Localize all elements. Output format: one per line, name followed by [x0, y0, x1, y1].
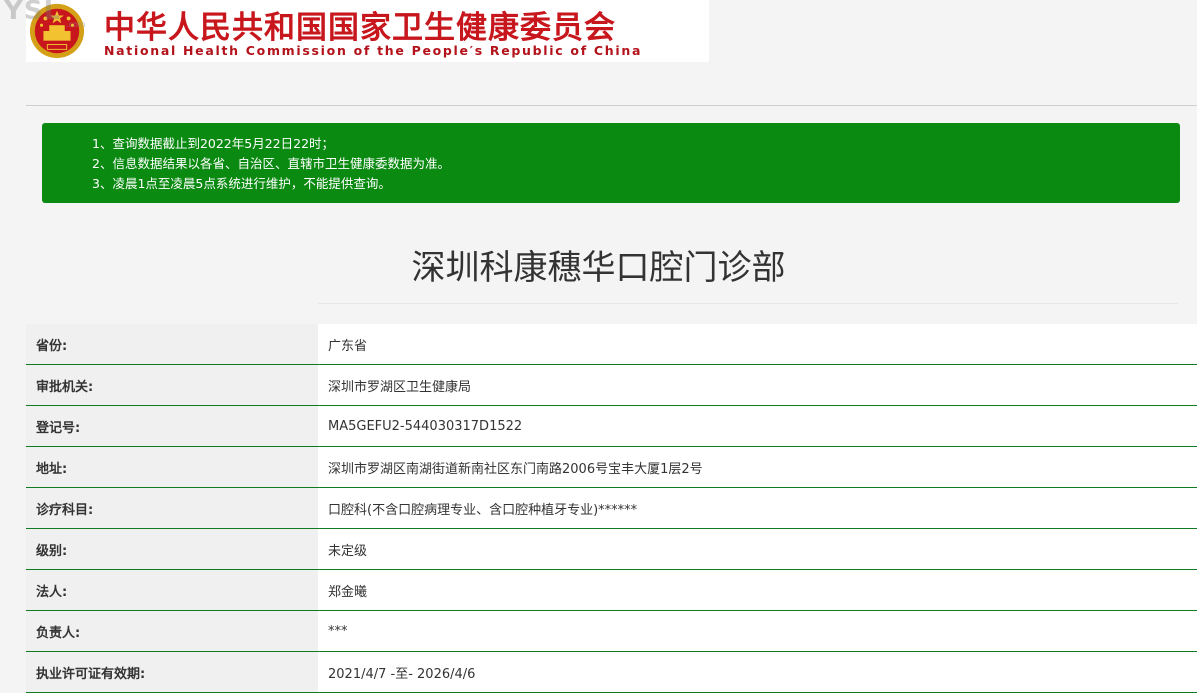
row-value-license-validity: 2021/4/7 -至- 2026/4/6 — [318, 651, 1197, 693]
row-value-registration-number: MA5GEFU2-544030317D1522 — [318, 405, 1197, 447]
row-label-person-in-charge: 负责人: — [26, 610, 318, 652]
table-row: 法人: 郑金曦 — [26, 569, 1197, 611]
row-label-treatment-subjects: 诊疗科目: — [26, 487, 318, 529]
table-row: 负责人: *** — [26, 610, 1197, 652]
row-value-legal-person: 郑金曦 — [318, 569, 1197, 611]
title-divider — [318, 303, 1178, 304]
row-value-person-in-charge: *** — [318, 610, 1197, 652]
row-label-registration-number: 登记号: — [26, 405, 318, 447]
row-value-address: 深圳市罗湖区南湖街道新南社区东门南路2006号宝丰大厦1层2号 — [318, 446, 1197, 488]
row-label-approval-authority: 审批机关: — [26, 364, 318, 406]
notice-line: 3、凌晨1点至凌晨5点系统进行维护，不能提供查询。 — [92, 176, 391, 191]
site-title-en: National Health Commission of the People… — [104, 43, 643, 58]
watermark-logo: YSL — [4, 0, 62, 26]
row-value-level: 未定级 — [318, 528, 1197, 570]
notice-line: 2、信息数据结果以各省、自治区、直辖市卫生健康委数据为准。 — [92, 156, 450, 171]
watermark-sub: .com — [66, 20, 86, 29]
row-label-level: 级别: — [26, 528, 318, 570]
table-row: 登记号: MA5GEFU2-544030317D1522 — [26, 405, 1197, 447]
table-row: 省份: 广东省 — [26, 324, 1197, 365]
clinic-info-table: 省份: 广东省 审批机关: 深圳市罗湖区卫生健康局 登记号: MA5GEFU2-… — [26, 324, 1197, 693]
row-label-license-validity: 执业许可证有效期: — [26, 651, 318, 693]
row-value-province: 广东省 — [318, 324, 1197, 365]
table-row: 级别: 未定级 — [26, 528, 1197, 570]
row-value-approval-authority: 深圳市罗湖区卫生健康局 — [318, 364, 1197, 406]
site-title-cn: 中华人民共和国国家卫生健康委员会 — [104, 10, 616, 46]
table-row: 审批机关: 深圳市罗湖区卫生健康局 — [26, 364, 1197, 406]
row-label-province: 省份: — [26, 324, 318, 365]
header-divider — [26, 105, 1197, 106]
notice-banner: 1、查询数据截止到2022年5月22日22时； 2、信息数据结果以各省、自治区、… — [42, 123, 1180, 203]
table-row: 地址: 深圳市罗湖区南湖街道新南社区东门南路2006号宝丰大厦1层2号 — [26, 446, 1197, 488]
table-row: 执业许可证有效期: 2021/4/7 -至- 2026/4/6 — [26, 651, 1197, 693]
clinic-name-title: 深圳科康穗华口腔门诊部 — [411, 248, 786, 288]
table-row: 诊疗科目: 口腔科(不含口腔病理专业、含口腔种植牙专业)****** — [26, 487, 1197, 529]
notice-line: 1、查询数据截止到2022年5月22日22时； — [92, 136, 335, 151]
site-header: 中华人民共和国国家卫生健康委员会 National Health Commiss… — [26, 0, 709, 62]
row-value-treatment-subjects: 口腔科(不含口腔病理专业、含口腔种植牙专业)****** — [318, 487, 1197, 529]
row-label-legal-person: 法人: — [26, 569, 318, 611]
row-label-address: 地址: — [26, 446, 318, 488]
